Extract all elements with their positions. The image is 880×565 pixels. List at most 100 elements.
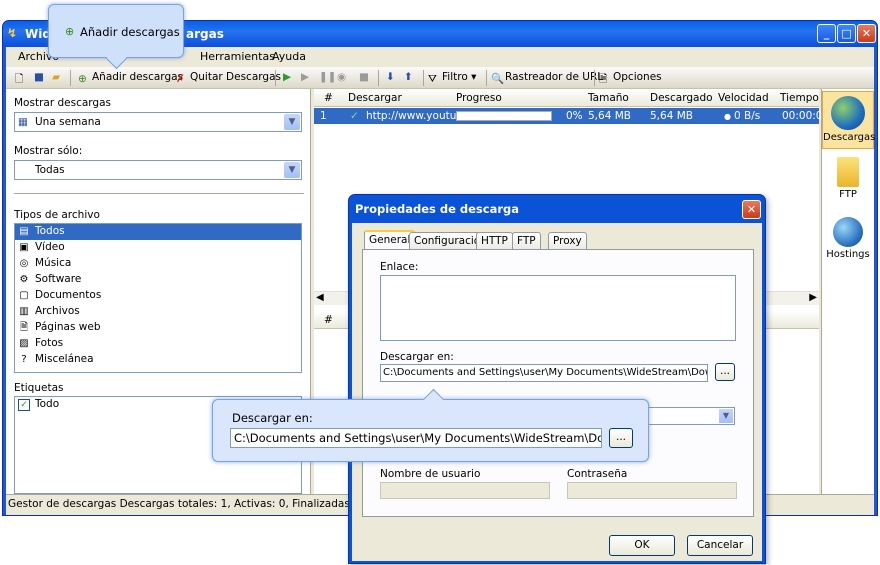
checkbox-checked-icon[interactable]: ✓ xyxy=(18,399,30,411)
app-icon: ↯ xyxy=(7,26,18,40)
window-title-tail: argas xyxy=(186,27,224,41)
save-icon[interactable]: ■ xyxy=(34,71,44,83)
chevron-down-icon[interactable]: ▼ xyxy=(284,162,300,178)
software-icon: ⚙ xyxy=(19,274,29,285)
row-number: 1 xyxy=(320,110,327,122)
close-button[interactable]: ✕ xyxy=(857,24,876,43)
file-types-list: ▤ Todos ▣ Vídeo ◎ Música ⚙ Software ▢ Documen… xyxy=(14,223,302,373)
grid-header: # Descargar Progreso Tamaño Descargado V… xyxy=(314,89,819,107)
col-downloaded[interactable]: Descargado xyxy=(650,92,713,104)
photo-icon: ▨ xyxy=(19,338,29,349)
remove-downloads-button[interactable]: ✗ Quitar Descargas xyxy=(176,71,281,85)
row-progress: 0% xyxy=(566,110,583,122)
magnifier-icon: 🔍 xyxy=(491,73,505,85)
col-progress[interactable]: Progreso xyxy=(456,92,502,104)
row-size: 5,64 MB xyxy=(588,110,631,122)
calendar-icon: ▦ xyxy=(18,116,28,128)
save-location-field[interactable]: C:\Documents and Settings\user\My Docume… xyxy=(380,364,708,382)
file-type-item[interactable]: ▨ Fotos xyxy=(15,336,301,352)
sidebar-item-ftp[interactable]: FTP xyxy=(822,155,874,207)
lower-col-number[interactable]: # xyxy=(324,314,333,326)
start-icon[interactable]: ▶ xyxy=(283,71,291,83)
file-type-item[interactable]: ▤ Todos xyxy=(15,224,301,240)
sidebar-item-descargas[interactable]: Descargas xyxy=(822,91,875,149)
maximize-button[interactable]: □ xyxy=(837,24,856,43)
all-files-icon: ▤ xyxy=(19,226,29,237)
show-only-label: Mostrar sólo: xyxy=(14,145,83,157)
stop-icon[interactable]: ■ xyxy=(359,71,369,83)
link-field[interactable] xyxy=(380,275,736,341)
file-type-item[interactable]: 🗎 Páginas web xyxy=(15,320,301,336)
scroll-right-icon[interactable]: ▶ xyxy=(809,292,817,303)
tab-ftp[interactable]: FTP xyxy=(512,232,541,249)
toolbar: 🗋 ■ ▰ ⊕ Añadir descargas ✗ Quitar Descarga… xyxy=(6,67,874,89)
url-tracker-button[interactable]: 🔍Rastreador de URL xyxy=(491,71,603,85)
dialog-title: Propiedades de descarga xyxy=(355,202,519,216)
ok-button[interactable]: OK xyxy=(609,535,675,556)
tab-proxy[interactable]: Proxy xyxy=(548,232,587,249)
table-row[interactable]: 1 ✓ http://www.youtube 0% 5,64 MB 5,64 M… xyxy=(314,108,829,124)
file-type-item[interactable]: ▣ Vídeo xyxy=(15,240,301,256)
video-icon: ▣ xyxy=(19,242,29,253)
sidebar-item-hostings[interactable]: Hostings xyxy=(822,215,874,265)
show-downloads-select[interactable]: ▦ Una semana ▼ xyxy=(14,112,302,132)
cancel-button[interactable]: Cancelar xyxy=(687,535,753,556)
folder-icon xyxy=(837,157,859,187)
col-speed[interactable]: Velocidad xyxy=(718,92,769,104)
speed-dot-icon: ● xyxy=(724,112,731,121)
zoom-browse-button: ... xyxy=(609,428,633,448)
web-page-icon: 🗎 xyxy=(19,322,29,333)
col-time[interactable]: Tiempo xyxy=(780,92,819,104)
menu-ayuda[interactable]: Ayuda xyxy=(272,50,306,63)
options-icon: 🗎 xyxy=(599,73,608,85)
start-all-icon[interactable]: ▶ xyxy=(301,71,309,83)
row-speed: 0 B/s xyxy=(734,110,761,122)
move-down-icon[interactable]: ⬇ xyxy=(386,71,395,83)
password-label: Contraseña xyxy=(567,468,628,480)
chevron-down-icon[interactable]: ▼ xyxy=(284,114,300,130)
save-location-label: Descargar en: xyxy=(380,351,454,363)
username-field[interactable] xyxy=(380,482,550,499)
col-size[interactable]: Tamaño xyxy=(588,92,629,104)
new-icon[interactable]: 🗋 xyxy=(15,71,23,89)
col-download[interactable]: Descargar xyxy=(348,92,402,104)
menu-herramientas[interactable]: Herramientas xyxy=(200,50,275,63)
tab-http[interactable]: HTTP xyxy=(476,232,513,249)
move-up-icon[interactable]: ⬆ xyxy=(404,71,413,83)
pause-icon[interactable]: ❚❚ xyxy=(319,71,337,83)
document-icon: ▢ xyxy=(19,290,29,301)
username-label: Nombre de usuario xyxy=(380,468,481,480)
file-type-item[interactable]: ▢ Documentos xyxy=(15,288,301,304)
file-type-item[interactable]: ▥ Archivos xyxy=(15,304,301,320)
tab-general[interactable]: General xyxy=(364,230,416,250)
open-folder-icon[interactable]: ▰ xyxy=(52,71,60,83)
callout-add-label: Añadir descargas xyxy=(80,25,180,39)
dialog-close-button[interactable]: ✕ xyxy=(742,200,761,219)
dialog-body: General Configuración HTTP FTP Proxy Enl… xyxy=(352,223,762,561)
music-icon: ◎ xyxy=(19,258,29,269)
row-downloaded: 5,64 MB xyxy=(650,110,693,122)
scroll-left-icon[interactable]: ◀ xyxy=(316,292,324,303)
col-number[interactable]: # xyxy=(324,92,333,104)
show-only-select[interactable]: Todas ▼ xyxy=(14,160,302,180)
add-downloads-button[interactable]: ⊕ Añadir descargas xyxy=(78,71,183,85)
minimize-button[interactable]: _ xyxy=(817,24,836,43)
misc-icon: ? xyxy=(21,354,27,365)
chevron-down-icon[interactable]: ▼ xyxy=(719,409,733,423)
password-field[interactable] xyxy=(567,482,737,499)
file-type-item[interactable]: ⚙ Software xyxy=(15,272,301,288)
tags-label: Etiquetas xyxy=(14,382,64,394)
zoom-save-location-field: C:\Documents and Settings\user\My Docume… xyxy=(230,428,602,448)
zoom-label: Descargar en: xyxy=(232,411,313,425)
browse-button[interactable]: ... xyxy=(715,363,735,381)
file-type-item[interactable]: ? Miscelánea xyxy=(15,352,301,368)
pause-all-icon[interactable]: ◉ xyxy=(337,71,346,83)
check-icon: ✓ xyxy=(350,110,359,122)
filter-icon: ⛛ xyxy=(428,73,437,85)
sidebar: Descargas FTP Hostings xyxy=(821,89,875,494)
options-button[interactable]: 🗎 Opciones xyxy=(599,71,662,85)
callout-add-downloads: ⊕ Añadir descargas xyxy=(48,4,184,58)
file-type-item[interactable]: ◎ Música xyxy=(15,256,301,272)
show-downloads-label: Mostrar descargas xyxy=(14,97,111,109)
filter-button[interactable]: ⛛ Filtro ▾ xyxy=(428,71,476,85)
